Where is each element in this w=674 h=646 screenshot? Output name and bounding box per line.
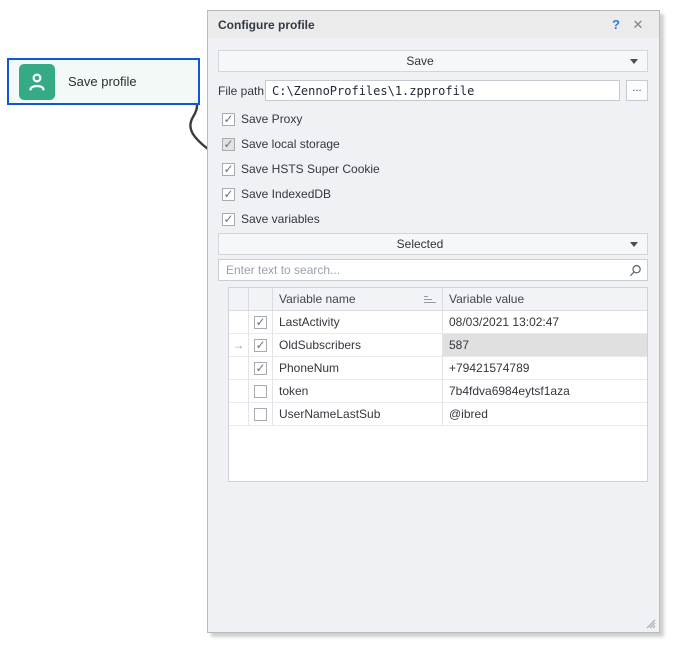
dialog-titlebar[interactable]: Configure profile ? ✕	[208, 11, 659, 38]
row-indicator-cell: →	[229, 403, 249, 425]
variables-filter-dropdown[interactable]: Selected	[218, 233, 648, 255]
variable-name-cell[interactable]: OldSubscribers	[273, 334, 443, 356]
search-box	[218, 259, 648, 281]
variable-value-cell[interactable]: 7b4fdva6984eytsf1aza	[443, 380, 647, 402]
column-header-label: Variable name	[279, 292, 356, 306]
resize-grip[interactable]	[643, 616, 656, 629]
column-header-label: Variable value	[449, 292, 524, 306]
checkbox-icon[interactable]: ✓	[222, 213, 235, 226]
row-indicator-cell: →	[229, 380, 249, 402]
chevron-down-icon[interactable]	[621, 234, 647, 254]
browse-button[interactable]: ...	[626, 80, 648, 101]
checkbox-label: Save local storage	[241, 137, 340, 151]
chevron-down-icon[interactable]	[621, 51, 647, 71]
dialog-title: Configure profile	[218, 18, 315, 32]
person-icon	[19, 64, 55, 100]
save-mode-value: Save	[219, 54, 621, 68]
file-path-label: File path	[218, 84, 264, 98]
checkbox-icon[interactable]: ✓	[222, 113, 235, 126]
row-checkbox-cell[interactable]: ✓	[249, 311, 273, 333]
column-header-variable-value[interactable]: Variable value	[443, 288, 647, 310]
checkbox-icon[interactable]: ✓	[222, 138, 235, 151]
row-checkbox-cell[interactable]: ✓	[249, 334, 273, 356]
save-option-checkbox[interactable]: ✓ Save variables	[222, 212, 320, 226]
save-option-checkbox[interactable]: ✓ Save local storage	[222, 137, 340, 151]
row-checkbox-cell[interactable]: ✓	[249, 403, 273, 425]
checkbox-icon[interactable]: ✓	[254, 316, 267, 329]
table-row[interactable]: → ✓ UserNameLastSub @ibred	[229, 403, 647, 426]
check-mark-icon: ✓	[223, 164, 233, 175]
checkbox-icon[interactable]: ✓	[254, 362, 267, 375]
table-row[interactable]: → ✓ PhoneNum +79421574789	[229, 357, 647, 380]
table-row[interactable]: → ✓ OldSubscribers 587	[229, 334, 647, 357]
column-header-variable-name[interactable]: Variable name	[273, 288, 443, 310]
save-profile-block[interactable]: Save profile	[7, 58, 200, 105]
save-option-checkbox[interactable]: ✓ Save HSTS Super Cookie	[222, 162, 380, 176]
row-checkbox-cell[interactable]: ✓	[249, 357, 273, 379]
variable-value-cell[interactable]: 08/03/2021 13:02:47	[443, 311, 647, 333]
variables-table: Variable name Variable value → ✓ LastAct…	[228, 287, 648, 482]
check-mark-icon: ✓	[255, 363, 265, 374]
checkbox-label: Save variables	[241, 212, 320, 226]
canvas: Save profile Configure profile ? ✕ Save …	[0, 0, 674, 646]
checkbox-icon[interactable]: ✓	[254, 339, 267, 352]
focused-row-arrow-icon: →	[233, 338, 245, 352]
close-button[interactable]: ✕	[627, 17, 649, 33]
sort-ascending-icon	[424, 296, 436, 303]
table-body: → ✓ LastActivity 08/03/2021 13:02:47 → ✓…	[229, 311, 647, 426]
check-mark-icon: ✓	[223, 114, 233, 125]
header-indicator-cell	[229, 288, 249, 310]
check-mark-icon: ✓	[223, 189, 233, 200]
variable-value-cell[interactable]: @ibred	[443, 403, 647, 425]
help-button[interactable]: ?	[605, 17, 627, 32]
check-mark-icon: ✓	[255, 340, 265, 351]
checkbox-icon[interactable]: ✓	[222, 188, 235, 201]
checkbox-icon[interactable]: ✓	[222, 163, 235, 176]
variable-name-cell[interactable]: PhoneNum	[273, 357, 443, 379]
save-option-checkbox[interactable]: ✓ Save Proxy	[222, 112, 302, 126]
checkbox-label: Save IndexedDB	[241, 187, 331, 201]
variable-name-cell[interactable]: UserNameLastSub	[273, 403, 443, 425]
configure-profile-dialog: Configure profile ? ✕ Save File path ...…	[207, 10, 660, 633]
row-checkbox-cell[interactable]: ✓	[249, 380, 273, 402]
variable-name-cell[interactable]: token	[273, 380, 443, 402]
check-mark-icon: ✓	[255, 317, 265, 328]
check-mark-icon: ✓	[223, 139, 233, 150]
checkbox-label: Save Proxy	[241, 112, 302, 126]
row-indicator-cell: →	[229, 311, 249, 333]
checkbox-icon[interactable]: ✓	[254, 408, 267, 421]
table-row[interactable]: → ✓ LastActivity 08/03/2021 13:02:47	[229, 311, 647, 334]
variable-value-cell[interactable]: 587	[443, 334, 647, 356]
header-checkbox-cell[interactable]	[249, 288, 273, 310]
table-header-row: Variable name Variable value	[229, 288, 647, 311]
file-path-input[interactable]	[265, 80, 620, 101]
row-indicator-cell: →	[229, 334, 249, 356]
search-icon[interactable]	[623, 264, 647, 277]
variables-filter-value: Selected	[219, 237, 621, 251]
save-mode-dropdown[interactable]: Save	[218, 50, 648, 72]
checkbox-label: Save HSTS Super Cookie	[241, 162, 380, 176]
variable-value-cell[interactable]: +79421574789	[443, 357, 647, 379]
block-label: Save profile	[68, 74, 137, 89]
search-input[interactable]	[219, 263, 623, 277]
variable-name-cell[interactable]: LastActivity	[273, 311, 443, 333]
save-option-checkbox[interactable]: ✓ Save IndexedDB	[222, 187, 331, 201]
table-row[interactable]: → ✓ token 7b4fdva6984eytsf1aza	[229, 380, 647, 403]
check-mark-icon: ✓	[223, 214, 233, 225]
checkbox-icon[interactable]: ✓	[254, 385, 267, 398]
row-indicator-cell: →	[229, 357, 249, 379]
